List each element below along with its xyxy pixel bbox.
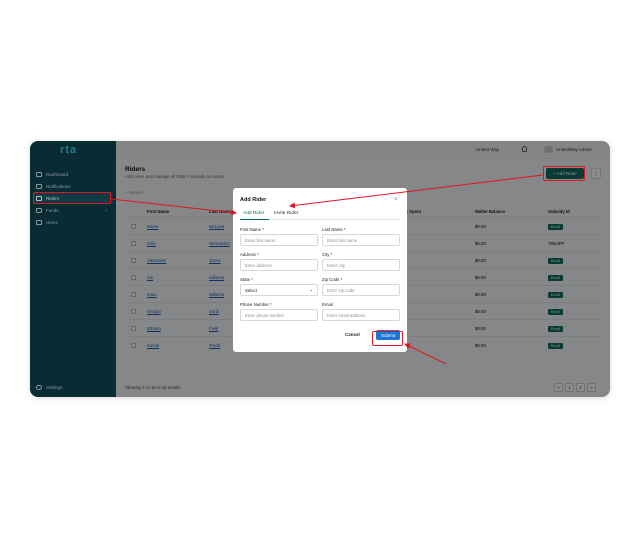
city-field[interactable]: Enter city: [322, 259, 400, 271]
email-field[interactable]: Enter email address: [322, 309, 400, 321]
state-label: State *: [240, 277, 253, 282]
modal-tabs: Add Rider Invite Rider: [240, 209, 400, 221]
state-select[interactable]: Select ⌄: [240, 284, 318, 296]
phone-field[interactable]: Enter phone number: [240, 309, 318, 321]
close-icon[interactable]: ×: [394, 197, 398, 203]
last-name-label: Last Name *: [322, 227, 346, 232]
first-name-field[interactable]: Enter first name: [240, 234, 318, 246]
zip-field[interactable]: Enter zip code: [322, 284, 400, 296]
modal-title: Add Rider: [240, 197, 267, 203]
phone-label: Phone Number *: [240, 302, 272, 307]
cancel-button[interactable]: Cancel: [345, 332, 360, 337]
annotation-highlight-add-rider: [543, 166, 585, 181]
add-rider-modal: Add Rider × Add Rider Invite Rider First…: [233, 188, 407, 352]
city-label: City *: [322, 252, 333, 257]
zip-label: Zip Code *: [322, 277, 343, 282]
annotation-highlight-submit: [372, 331, 403, 346]
chevron-down-icon: ⌄: [309, 287, 313, 292]
sidebar-backdrop: [30, 141, 116, 397]
tab-add-rider[interactable]: Add Rider: [243, 211, 264, 216]
last-name-field[interactable]: Enter last name: [322, 234, 400, 246]
app-window: rta Dashboard Notifications Riders Funds…: [30, 141, 610, 397]
annotation-highlight-riders: [33, 192, 111, 204]
email-label: Email: [322, 302, 333, 307]
address-label: Address *: [240, 252, 259, 257]
address-field[interactable]: Enter address: [240, 259, 318, 271]
active-tab-indicator: [240, 219, 269, 221]
first-name-label: First Name *: [240, 227, 264, 232]
tab-invite-rider[interactable]: Invite Rider: [274, 211, 298, 216]
